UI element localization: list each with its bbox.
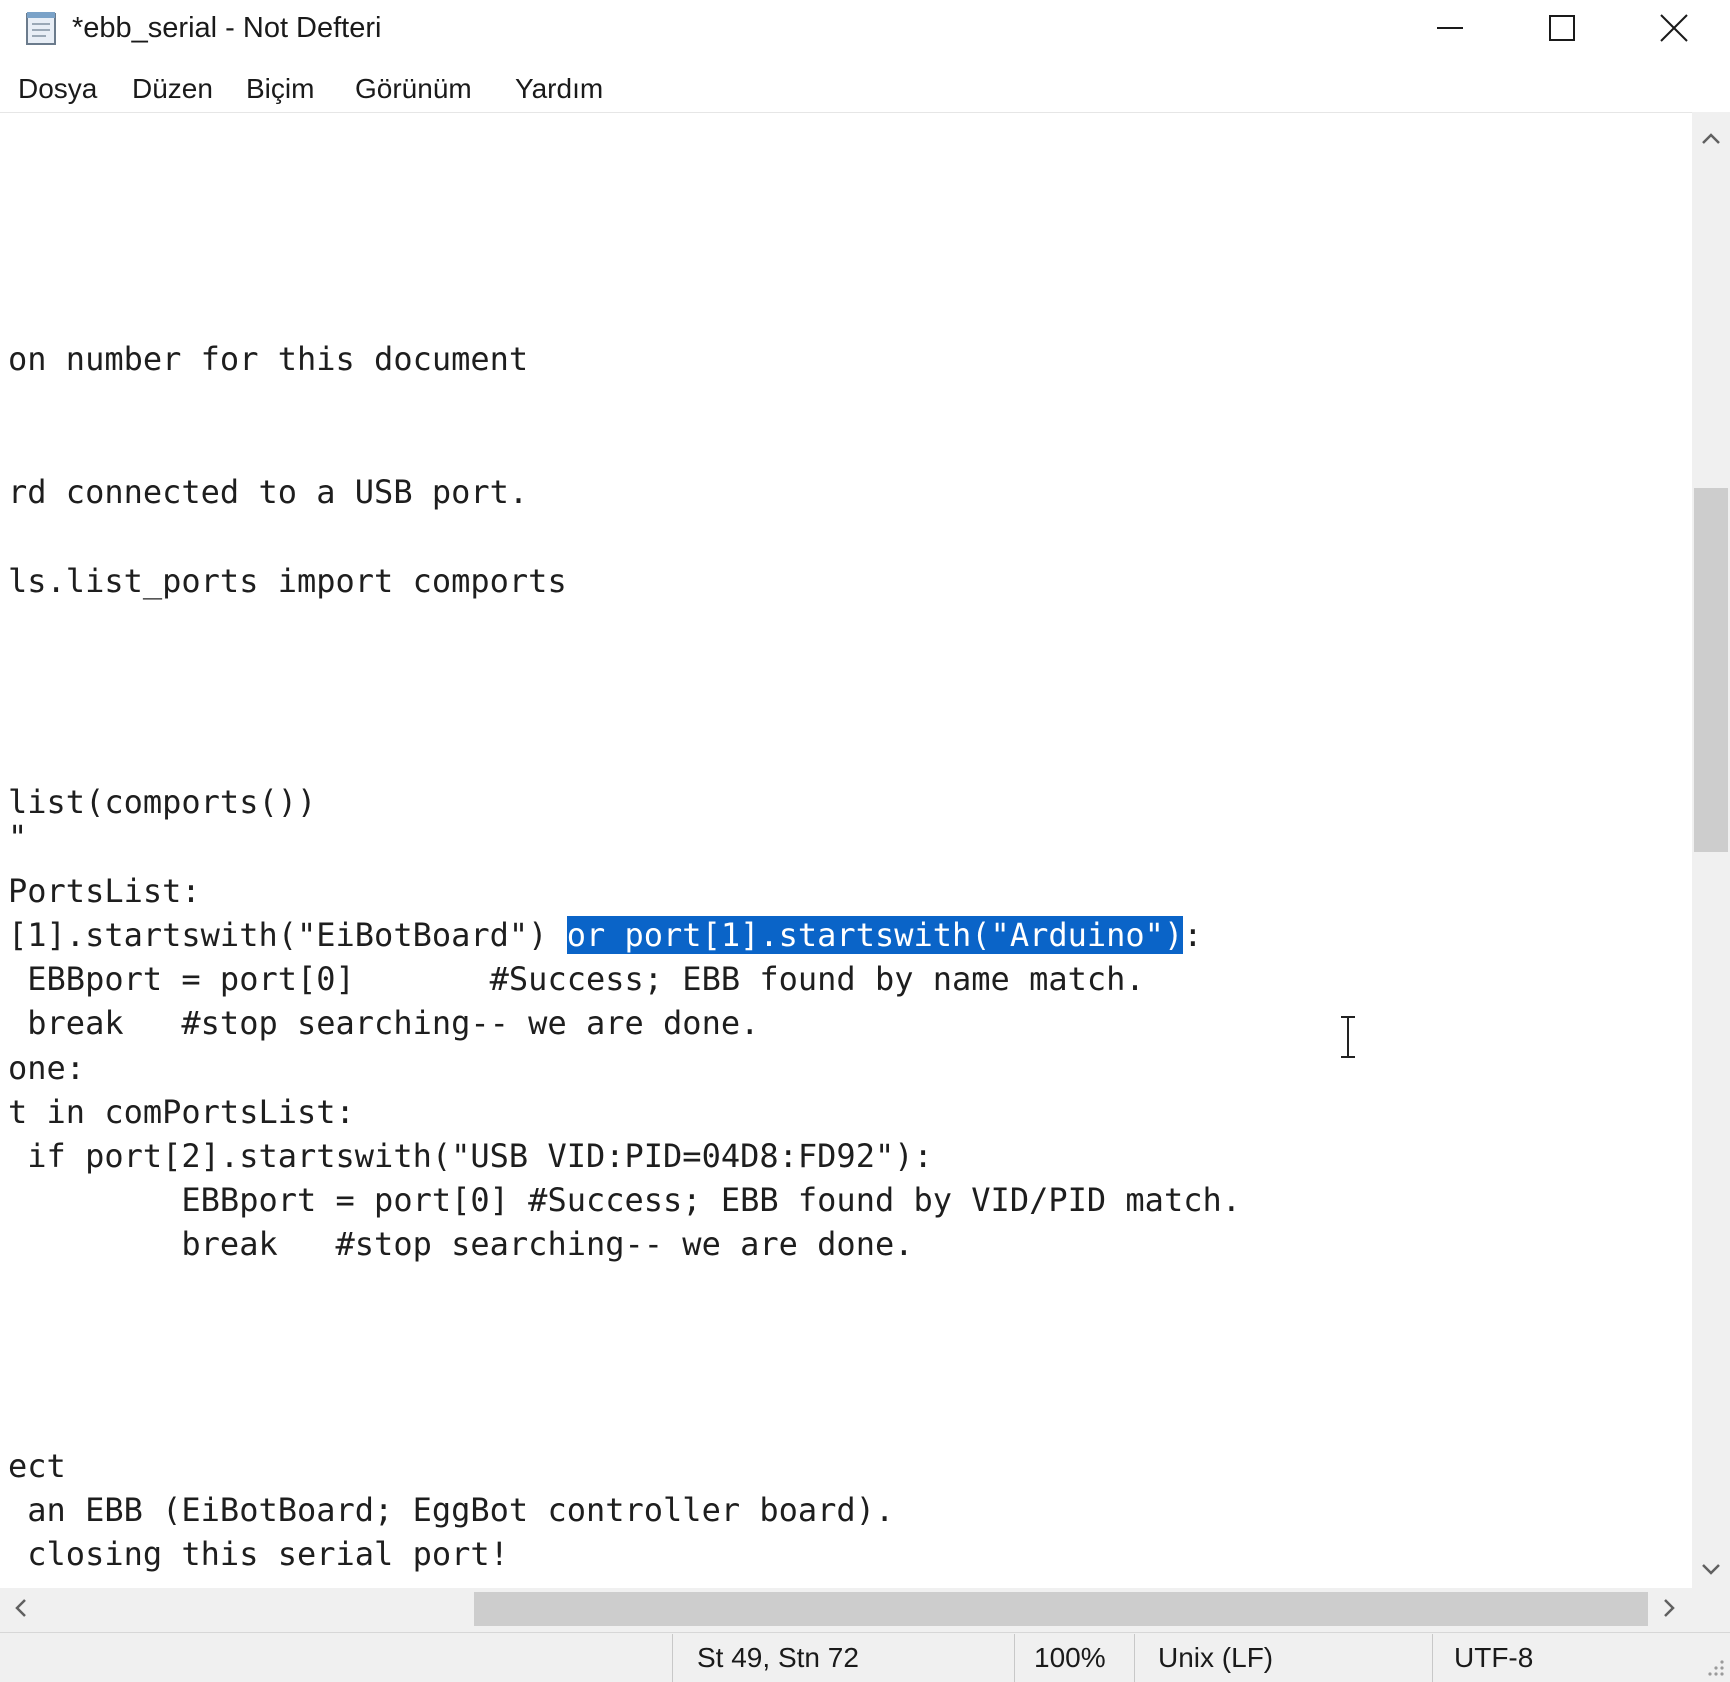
text-line: closing this serial port!: [8, 1535, 509, 1573]
status-line-ending: Unix (LF): [1158, 1642, 1274, 1673]
status-divider: [1134, 1634, 1135, 1682]
text-line: PortsList:: [8, 872, 201, 910]
status-divider: [1432, 1634, 1433, 1682]
status-divider: [672, 1634, 673, 1682]
text-line: ": [8, 818, 28, 856]
close-icon: [1660, 14, 1688, 42]
title-bar[interactable]: *ebb_serial - Not Defteri: [0, 0, 1730, 56]
text-line-selected-row: [1].startswith("EiBotBoard") or port[1].…: [8, 915, 1202, 955]
text-line: break #stop searching-- we are done.: [8, 1004, 760, 1042]
scroll-left-icon[interactable]: [6, 1598, 34, 1623]
close-button[interactable]: [1618, 0, 1730, 56]
scroll-right-icon[interactable]: [1656, 1598, 1684, 1623]
text-editor[interactable]: on number for this document rd connected…: [0, 112, 1692, 1588]
text-line: ect: [8, 1447, 66, 1485]
text-cursor-icon: [1341, 1016, 1355, 1058]
text-line: ls.list_ports import comports: [8, 562, 567, 600]
text-line: list(comports()): [8, 783, 317, 821]
text-line: break #stop searching-- we are done.: [8, 1225, 914, 1263]
horizontal-scroll-thumb[interactable]: [474, 1592, 1648, 1626]
window-title: *ebb_serial - Not Defteri: [72, 12, 382, 44]
text-line: one:: [8, 1049, 86, 1087]
scroll-up-icon[interactable]: [1692, 126, 1730, 150]
scroll-down-icon[interactable]: [1692, 1558, 1730, 1582]
text-selection: or port[1].startswith("Arduino"): [566, 916, 1184, 954]
text-segment: [1].startswith("EiBotBoard"): [8, 916, 567, 954]
menu-bicim[interactable]: Biçim: [246, 72, 314, 106]
menu-duzen[interactable]: Düzen: [132, 72, 213, 106]
menu-dosya[interactable]: Dosya: [18, 72, 97, 106]
vertical-scroll-thumb[interactable]: [1694, 488, 1728, 852]
maximize-icon: [1549, 15, 1575, 41]
resize-grip-icon[interactable]: [1704, 1656, 1726, 1678]
text-line: t in comPortsList:: [8, 1093, 355, 1131]
notepad-icon: [26, 12, 56, 45]
text-line: EBBport = port[0] #Success; EBB found by…: [8, 1181, 1241, 1219]
minimize-icon: [1437, 27, 1463, 29]
text-line: an EBB (EiBotBoard; EggBot controller bo…: [8, 1491, 895, 1529]
status-encoding: UTF-8: [1454, 1642, 1534, 1673]
text-line: rd connected to a USB port.: [8, 473, 529, 511]
text-line: if port[2].startswith("USB VID:PID=04D8:…: [8, 1137, 933, 1175]
text-line: on number for this document: [8, 340, 529, 378]
status-zoom: 100%: [1034, 1642, 1106, 1673]
menu-yardim[interactable]: Yardım: [515, 72, 603, 106]
status-divider: [1014, 1634, 1015, 1682]
minimize-button[interactable]: [1394, 0, 1506, 56]
status-cursor-position: St 49, Stn 72: [697, 1642, 859, 1673]
scrollbar-corner: [1692, 1588, 1730, 1632]
text-line: EBBport = port[0] #Success; EBB found by…: [8, 960, 1145, 998]
menu-gorunum[interactable]: Görünüm: [355, 72, 472, 106]
maximize-button[interactable]: [1506, 0, 1618, 56]
text-segment: :: [1183, 916, 1203, 954]
menu-bar: Dosya Düzen Biçim Görünüm Yardım: [0, 64, 1730, 114]
